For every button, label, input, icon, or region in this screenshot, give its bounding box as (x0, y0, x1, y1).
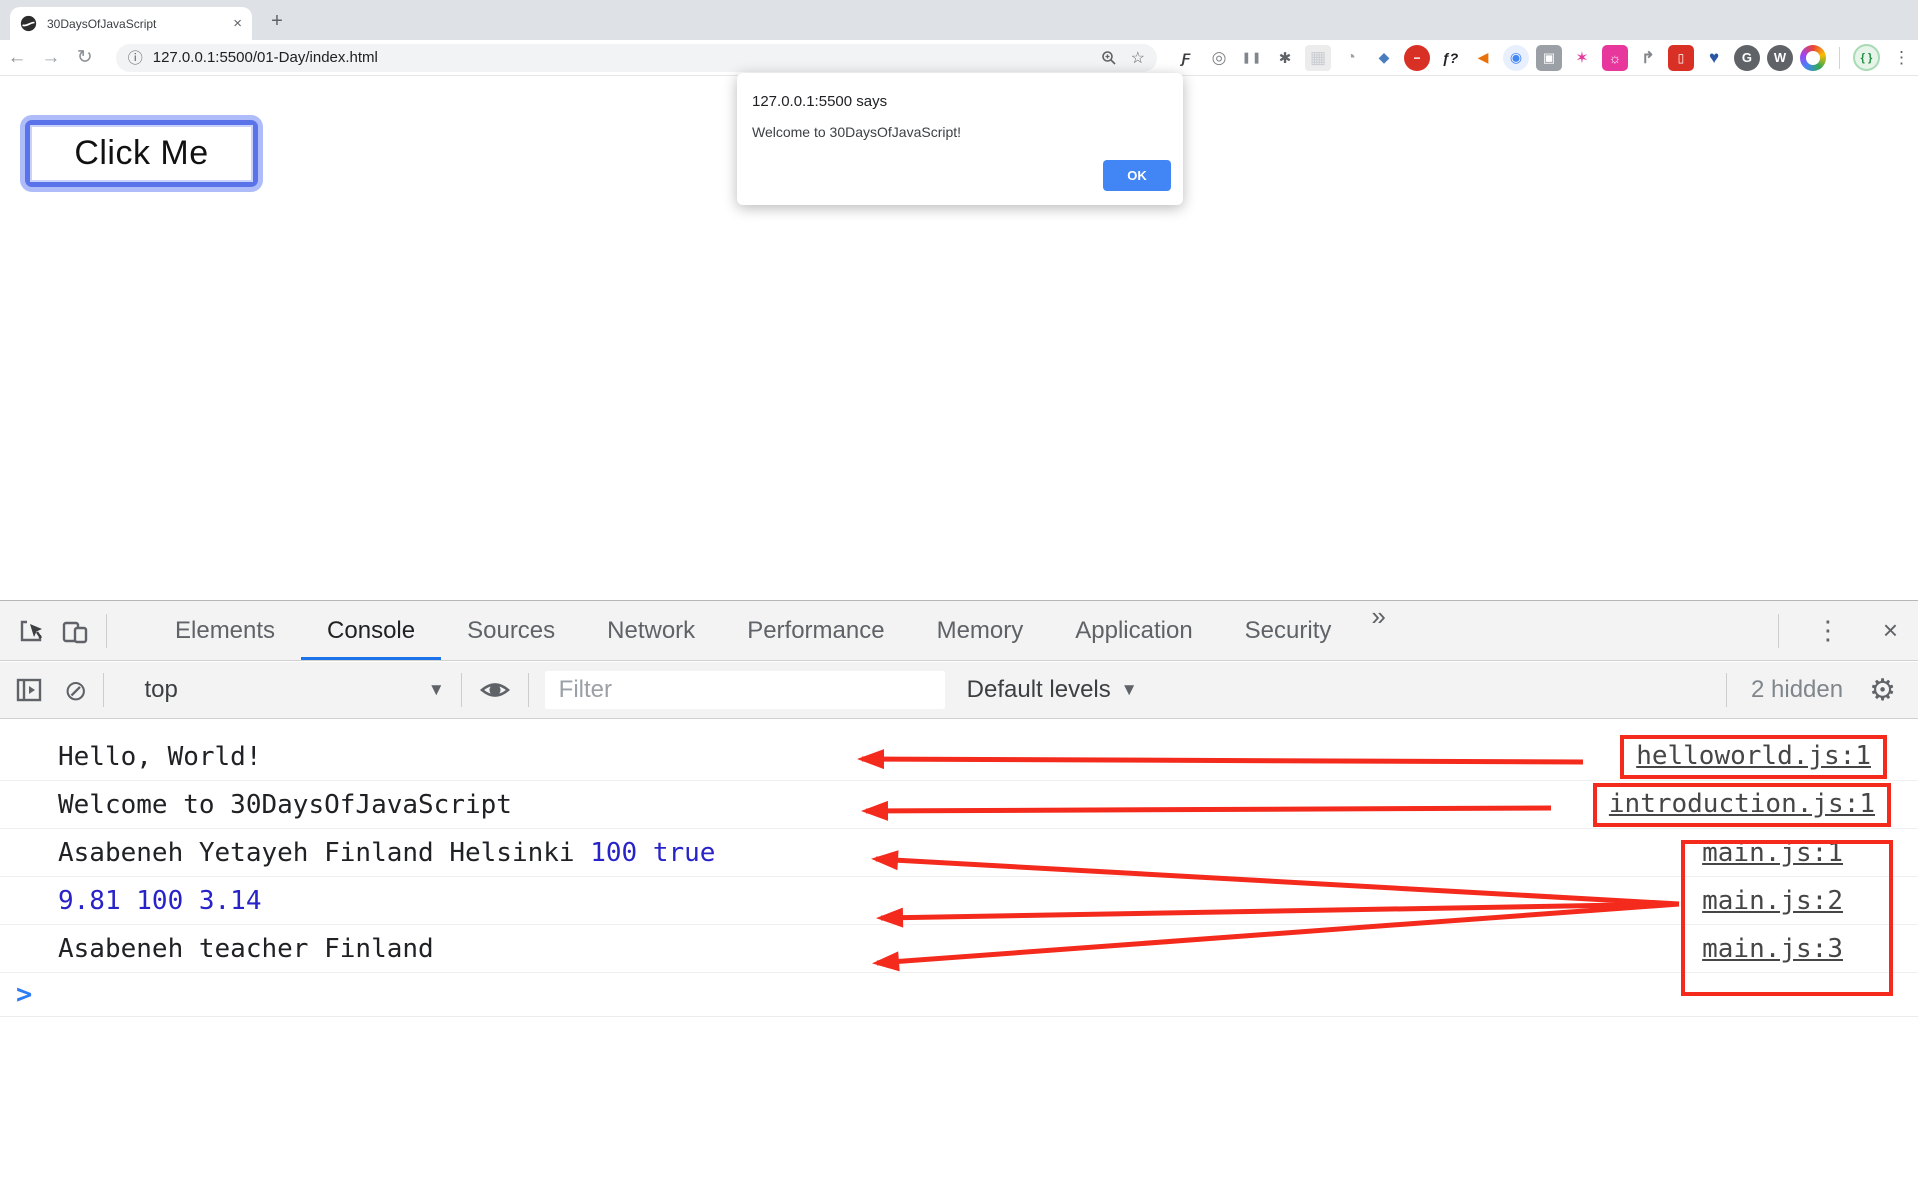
g-circle-icon[interactable]: G (1733, 44, 1760, 71)
bug-icon[interactable]: ✱ (1272, 45, 1298, 71)
heart-search-icon[interactable]: ♥ (1701, 45, 1727, 71)
devtools-close-icon[interactable]: × (1863, 615, 1918, 646)
clear-console-icon[interactable]: ⊘ (64, 674, 87, 707)
source-link[interactable]: main.js:2 (1702, 886, 1843, 916)
pink-gear-icon[interactable]: ☼ (1601, 44, 1628, 71)
tab-memory[interactable]: Memory (911, 601, 1050, 660)
console-prompt[interactable]: > (0, 973, 1918, 1017)
source-link[interactable]: main.js:3 (1702, 934, 1843, 964)
new-tab-button[interactable]: + (262, 6, 292, 36)
url-text[interactable]: 127.0.0.1:5500/01-Day/index.html (153, 49, 1101, 66)
console-toolbar: ⊘ top ▼ Default levels ▼ 2 hidden ⚙ (0, 662, 1918, 719)
toolbar-divider (1726, 673, 1727, 707)
annotation-box: helloworld.js:1 (1620, 734, 1887, 779)
tabbar-divider (1777, 613, 1779, 648)
log-text: Asabeneh Yetayeh Finland Helsinki (58, 837, 591, 868)
source-link[interactable]: main.js:1 (1702, 838, 1843, 868)
click-me-label: Click Me (30, 125, 253, 182)
devtools-panel: Elements Console Sources Network Perform… (0, 600, 1918, 1201)
favicon-globe-icon (20, 15, 37, 32)
live-expression-eye-icon[interactable] (478, 673, 512, 707)
url-bar: ← → ↻ ⓘ 127.0.0.1:5500/01-Day/index.html… (0, 40, 1918, 76)
tab-strip: 30DaysOfJavaScript × + (0, 0, 1918, 40)
toolbar-divider (103, 673, 105, 707)
toolbar-divider (527, 673, 529, 707)
tab-sources[interactable]: Sources (441, 601, 581, 660)
zoom-icon[interactable] (1101, 50, 1117, 66)
tab-elements[interactable]: Elements (149, 601, 301, 660)
tab-application[interactable]: Application (1049, 601, 1218, 660)
reload-button[interactable]: ↻ (68, 46, 102, 69)
tab-network[interactable]: Network (581, 601, 721, 660)
source-link[interactable]: helloworld.js:1 (1636, 741, 1871, 771)
back-button[interactable]: ← (0, 47, 34, 69)
annotation-box: introduction.js:1 (1592, 782, 1891, 827)
toolbar-divider (1838, 46, 1840, 69)
tab-close-icon[interactable]: × (233, 15, 242, 32)
browser-tab[interactable]: 30DaysOfJavaScript × (10, 7, 252, 40)
log-text: Asabeneh teacher Finland (58, 933, 434, 964)
log-value: 100 true (590, 837, 716, 868)
tab-title: 30DaysOfJavaScript (47, 16, 157, 31)
script-f-icon[interactable]: Ƒ (1173, 45, 1199, 71)
click-me-button[interactable]: Click Me (20, 115, 263, 192)
omnibox[interactable]: ⓘ 127.0.0.1:5500/01-Day/index.html ☆ (115, 43, 1157, 72)
bookmark-star-icon[interactable]: ☆ (1131, 48, 1145, 68)
context-selector[interactable]: top (144, 676, 177, 704)
devtools-menu-icon[interactable]: ⋮ (1793, 615, 1863, 646)
source-link[interactable]: introduction.js:1 (1609, 789, 1875, 819)
hidden-messages-count: 2 hidden (1751, 676, 1844, 703)
more-tabs-icon[interactable]: » (1357, 601, 1399, 660)
console-messages: Hello, World! helloworld.js:1 Welcome to… (0, 720, 1918, 1201)
grid-icon[interactable]: ▦ (1304, 44, 1331, 71)
color-wheel-icon[interactable] (1799, 44, 1826, 71)
site-info-icon[interactable]: ⓘ (128, 47, 143, 68)
tab-security[interactable]: Security (1219, 601, 1358, 660)
browser-menu-icon[interactable]: ⋮ (1893, 48, 1910, 68)
target-icon[interactable]: ◎ (1206, 45, 1232, 71)
stop-hand-icon[interactable]: − (1403, 44, 1430, 71)
console-sidebar-toggle-icon[interactable] (12, 673, 46, 707)
pause-icon[interactable]: ❚❚ (1239, 45, 1265, 71)
log-value: 9.81 100 3.14 (58, 885, 262, 916)
pink-star-icon[interactable]: ✶ (1569, 45, 1595, 71)
levels-caret-icon[interactable]: ▼ (1121, 680, 1138, 700)
console-log-row: Asabeneh teacher Finland main.js:3 (0, 925, 1918, 973)
eyedropper-icon[interactable]: ◆ (1371, 45, 1397, 71)
bookmark-red-icon[interactable]: ▯ (1667, 44, 1694, 71)
share-arrows-icon[interactable]: ↱ (1635, 45, 1661, 71)
filter-input[interactable] (544, 671, 945, 709)
tabbar-divider (106, 613, 107, 648)
console-log-row: Hello, World! helloworld.js:1 (0, 733, 1918, 781)
megaphone-icon[interactable]: ◀ (1470, 45, 1496, 71)
console-settings-gear-icon[interactable]: ⚙ (1869, 673, 1896, 708)
timer-icon[interactable]: ◔ (1338, 45, 1364, 71)
console-log-row: 9.81 100 3.14 main.js:2 (0, 877, 1918, 925)
console-log-row: Welcome to 30DaysOfJavaScript introducti… (0, 781, 1918, 829)
prompt-chevron-icon: > (16, 979, 33, 1010)
alert-message: Welcome to 30DaysOfJavaScript! (752, 124, 962, 140)
inspect-element-icon[interactable] (14, 614, 48, 648)
profile-avatar[interactable]: { } (1852, 44, 1880, 71)
tab-performance[interactable]: Performance (721, 601, 910, 660)
tab-console[interactable]: Console (301, 601, 442, 660)
w-circle-icon[interactable]: W (1766, 44, 1793, 71)
camera-icon[interactable]: ▣ (1535, 44, 1562, 71)
ok-button[interactable]: OK (1103, 160, 1171, 191)
toolbar-divider (460, 673, 462, 707)
context-caret-icon[interactable]: ▼ (428, 680, 445, 700)
alert-dialog: 127.0.0.1:5500 says Welcome to 30DaysOfJ… (737, 73, 1183, 205)
devtools-tab-bar: Elements Console Sources Network Perform… (0, 601, 1918, 661)
device-toolbar-icon[interactable] (58, 614, 92, 648)
fn-question-icon[interactable]: ƒ? (1437, 45, 1463, 71)
log-text: Hello, World! (58, 741, 262, 772)
alert-title: 127.0.0.1:5500 says (752, 93, 888, 110)
extensions-row: Ƒ ◎ ❚❚ ✱ ▦ ◔ ◆ − ƒ? ◀ ◉ ▣ ✶ ☼ ↱ ▯ ♥ G W … (1173, 44, 1918, 71)
swirl-icon[interactable]: ◉ (1502, 44, 1529, 71)
forward-button[interactable]: → (34, 47, 68, 69)
console-log-row: Asabeneh Yetayeh Finland Helsinki 100 tr… (0, 829, 1918, 877)
log-levels-dropdown[interactable]: Default levels (967, 676, 1111, 704)
log-text: Welcome to 30DaysOfJavaScript (58, 789, 512, 820)
